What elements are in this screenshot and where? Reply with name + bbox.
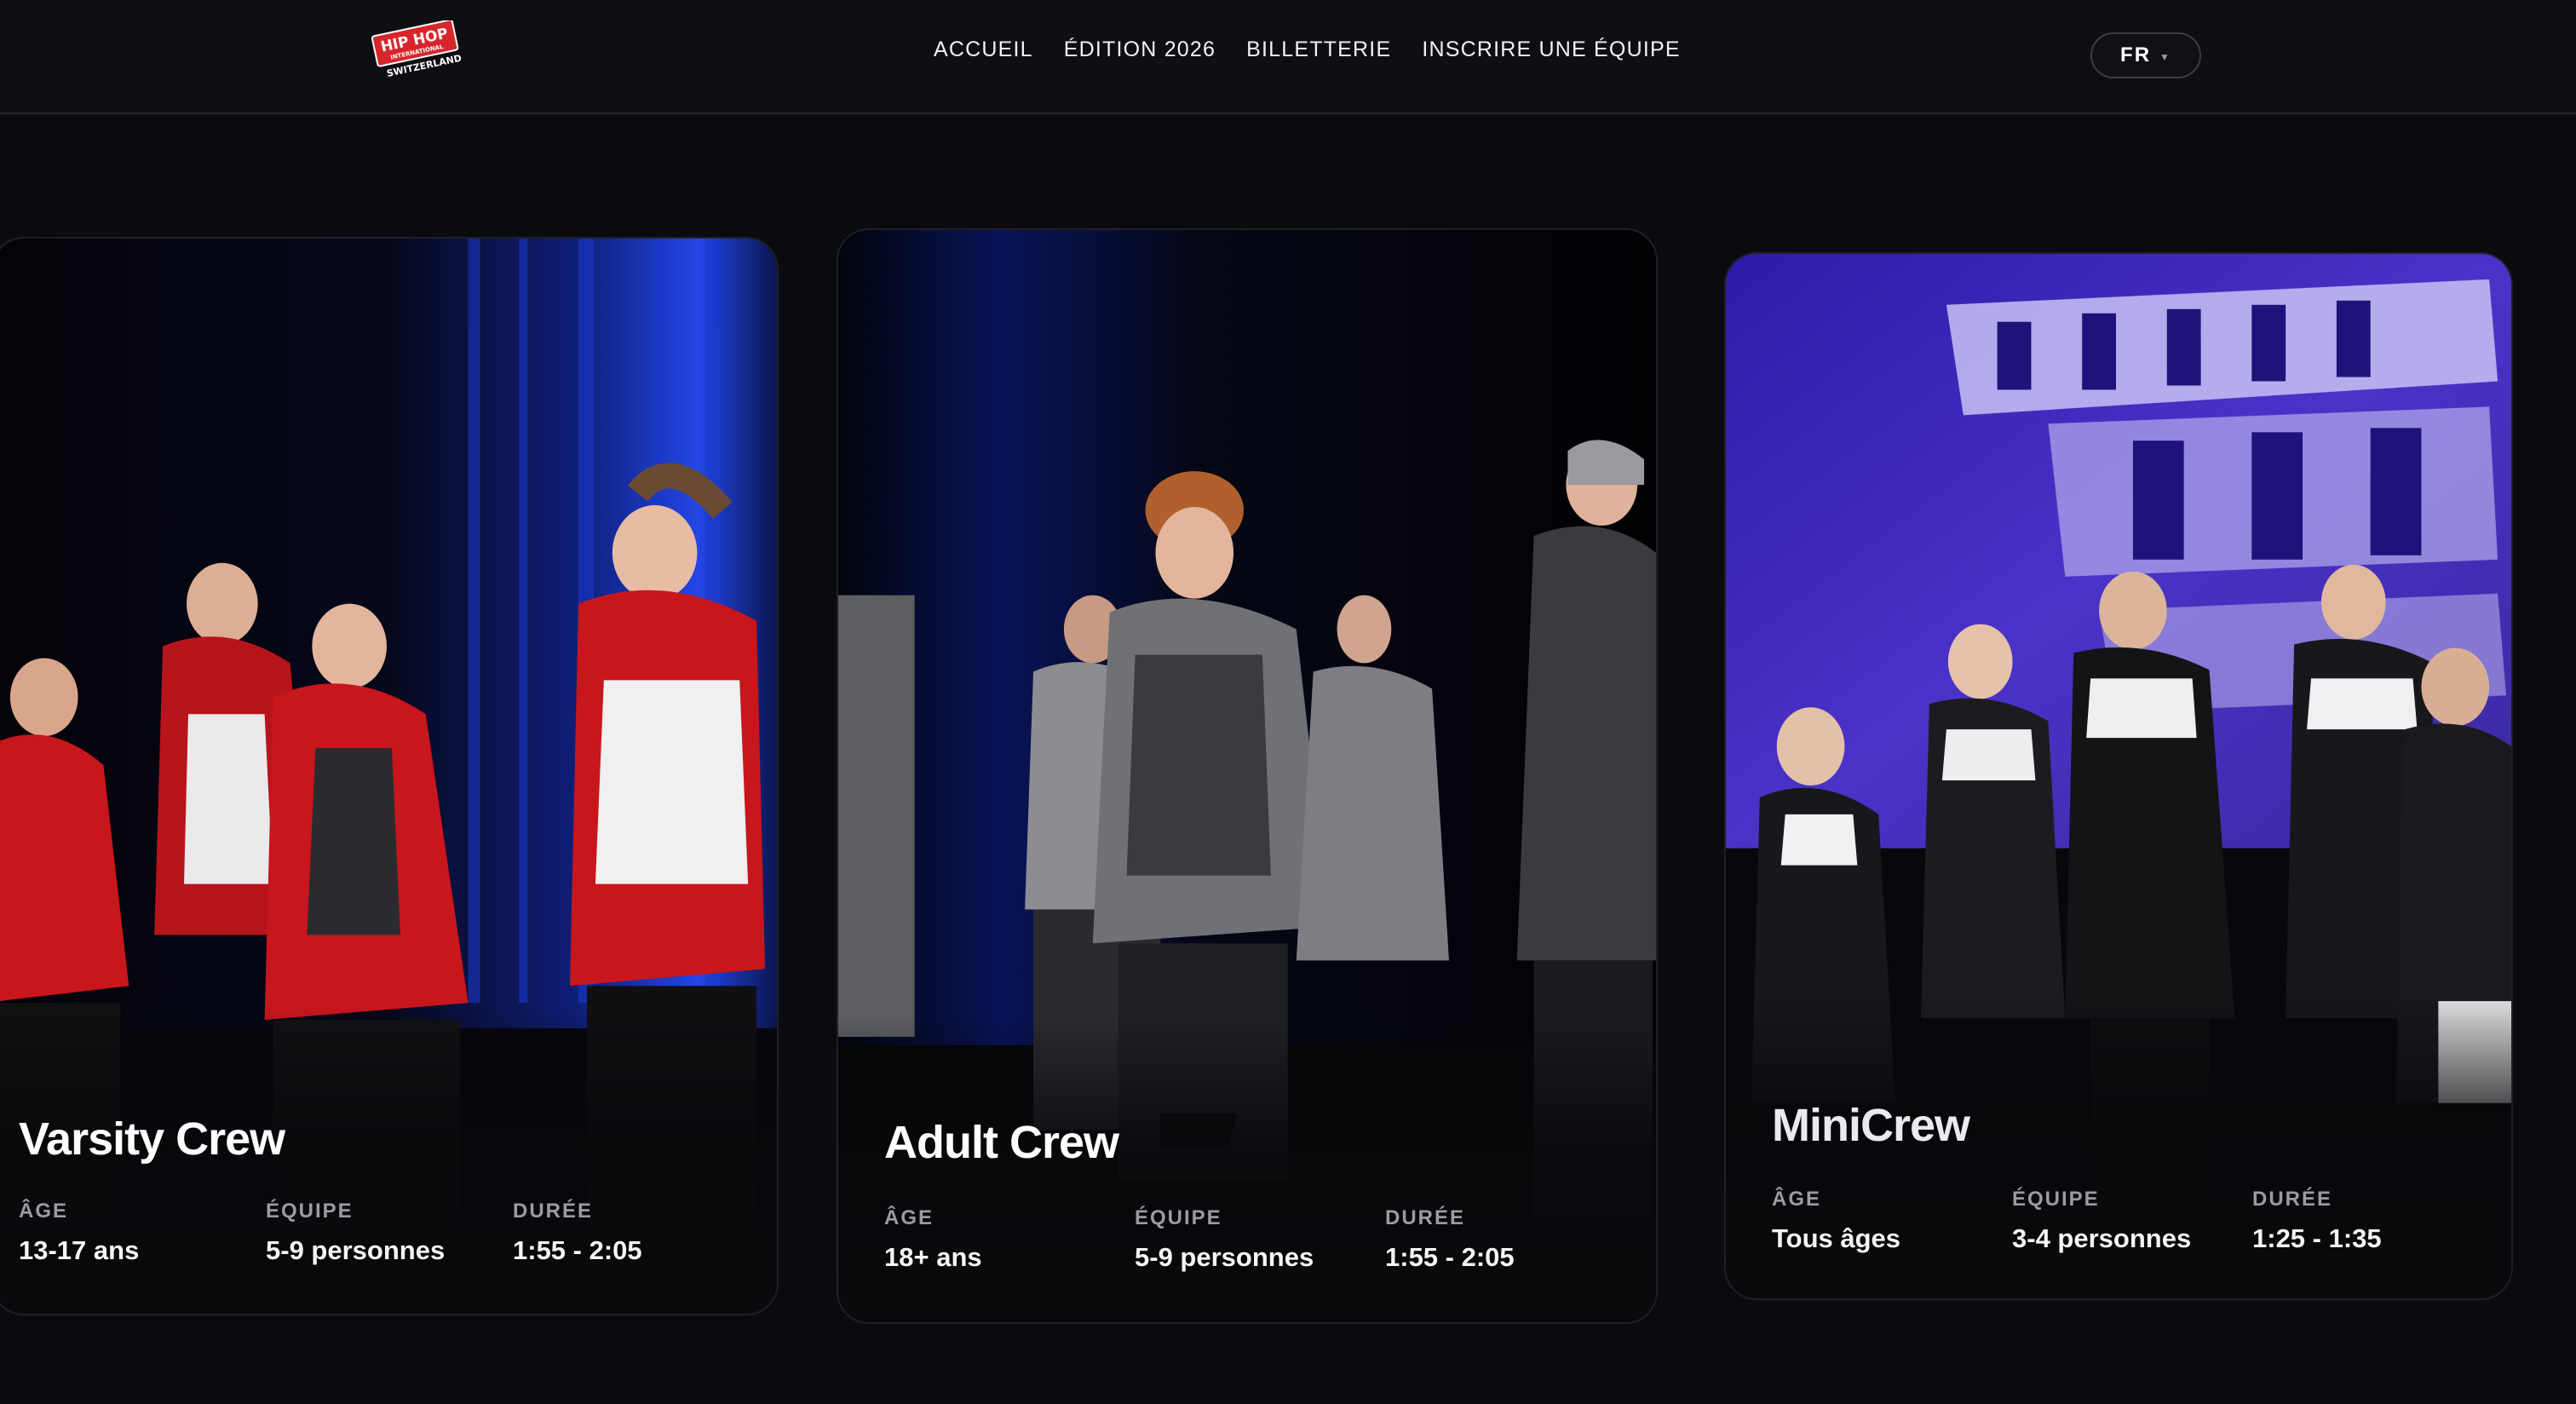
language-selector[interactable]: FR ▼ bbox=[2090, 32, 2201, 78]
stat-label: ÂGE bbox=[1772, 1188, 1822, 1211]
nav-edition-2026[interactable]: ÉDITION 2026 bbox=[1064, 37, 1216, 62]
nav-accueil[interactable]: ACCUEIL bbox=[934, 37, 1033, 62]
stat-value: 1:55 - 2:05 bbox=[513, 1235, 642, 1265]
stat-duration: DURÉE 1:55 - 2:05 bbox=[1385, 1206, 1636, 1273]
main-nav: ACCUEIL ÉDITION 2026 BILLETTERIE INSCRIR… bbox=[934, 37, 1681, 62]
stat-value: 1:25 - 1:35 bbox=[2252, 1223, 2382, 1253]
stat-label: ÂGE bbox=[19, 1200, 69, 1223]
stat-value: 1:55 - 2:05 bbox=[1385, 1242, 1515, 1272]
stat-team: ÉQUIPE 5-9 personnes bbox=[1135, 1206, 1385, 1273]
site-header: HIP HOP INTERNATIONAL SWITZERLAND ACCUEI… bbox=[0, 0, 2576, 114]
card-stats: ÂGE 13-17 ans ÉQUIPE 5-9 personnes DURÉE… bbox=[19, 1200, 760, 1266]
category-card-varsity-crew[interactable]: Varsity Crew ÂGE 13-17 ans ÉQUIPE 5-9 pe… bbox=[0, 237, 779, 1315]
stat-team: ÉQUIPE 5-9 personnes bbox=[266, 1200, 513, 1266]
stat-label: DURÉE bbox=[1385, 1206, 1466, 1229]
stat-value: 5-9 personnes bbox=[1135, 1242, 1314, 1272]
card-stats: ÂGE 18+ ans ÉQUIPE 5-9 personnes DURÉE 1… bbox=[884, 1206, 1636, 1273]
stat-duration: DURÉE 1:25 - 1:35 bbox=[2252, 1188, 2493, 1254]
stat-label: ÉQUIPE bbox=[2012, 1188, 2100, 1211]
card-title: Adult Crew bbox=[884, 1117, 1119, 1168]
stat-duration: DURÉE 1:55 - 2:05 bbox=[513, 1200, 760, 1266]
hiphop-switzerland-logo[interactable]: HIP HOP INTERNATIONAL SWITZERLAND bbox=[371, 20, 465, 89]
language-selected: FR bbox=[2120, 43, 2152, 66]
chevron-down-icon: ▼ bbox=[2159, 51, 2171, 63]
stat-label: ÂGE bbox=[884, 1206, 934, 1229]
stat-age: ÂGE 18+ ans bbox=[884, 1206, 1135, 1273]
stat-age: ÂGE 13-17 ans bbox=[19, 1200, 266, 1266]
stat-value: 13-17 ans bbox=[19, 1235, 140, 1265]
card-title: Varsity Crew bbox=[19, 1113, 285, 1165]
card-title: MiniCrew bbox=[1772, 1100, 1970, 1151]
nav-inscrire-une-equipe[interactable]: INSCRIRE UNE ÉQUIPE bbox=[1422, 37, 1680, 62]
stat-value: Tous âges bbox=[1772, 1223, 1901, 1253]
stat-label: ÉQUIPE bbox=[266, 1200, 354, 1223]
card-stats: ÂGE Tous âges ÉQUIPE 3-4 personnes DURÉE… bbox=[1772, 1188, 2493, 1254]
stat-age: ÂGE Tous âges bbox=[1772, 1188, 2012, 1254]
category-card-minicrew[interactable]: MiniCrew ÂGE Tous âges ÉQUIPE 3-4 person… bbox=[1724, 252, 2513, 1300]
stat-label: DURÉE bbox=[2252, 1188, 2333, 1211]
card-gradient-overlay bbox=[838, 1016, 1656, 1322]
stat-value: 5-9 personnes bbox=[266, 1235, 446, 1265]
stat-value: 3-4 personnes bbox=[2012, 1223, 2192, 1253]
stat-label: DURÉE bbox=[513, 1200, 594, 1223]
stat-team: ÉQUIPE 3-4 personnes bbox=[2012, 1188, 2252, 1254]
stat-value: 18+ ans bbox=[884, 1242, 982, 1272]
stat-label: ÉQUIPE bbox=[1135, 1206, 1222, 1229]
nav-billetterie[interactable]: BILLETTERIE bbox=[1246, 37, 1391, 62]
category-card-adult-crew[interactable]: Adult Crew ÂGE 18+ ans ÉQUIPE 5-9 person… bbox=[837, 228, 1658, 1324]
